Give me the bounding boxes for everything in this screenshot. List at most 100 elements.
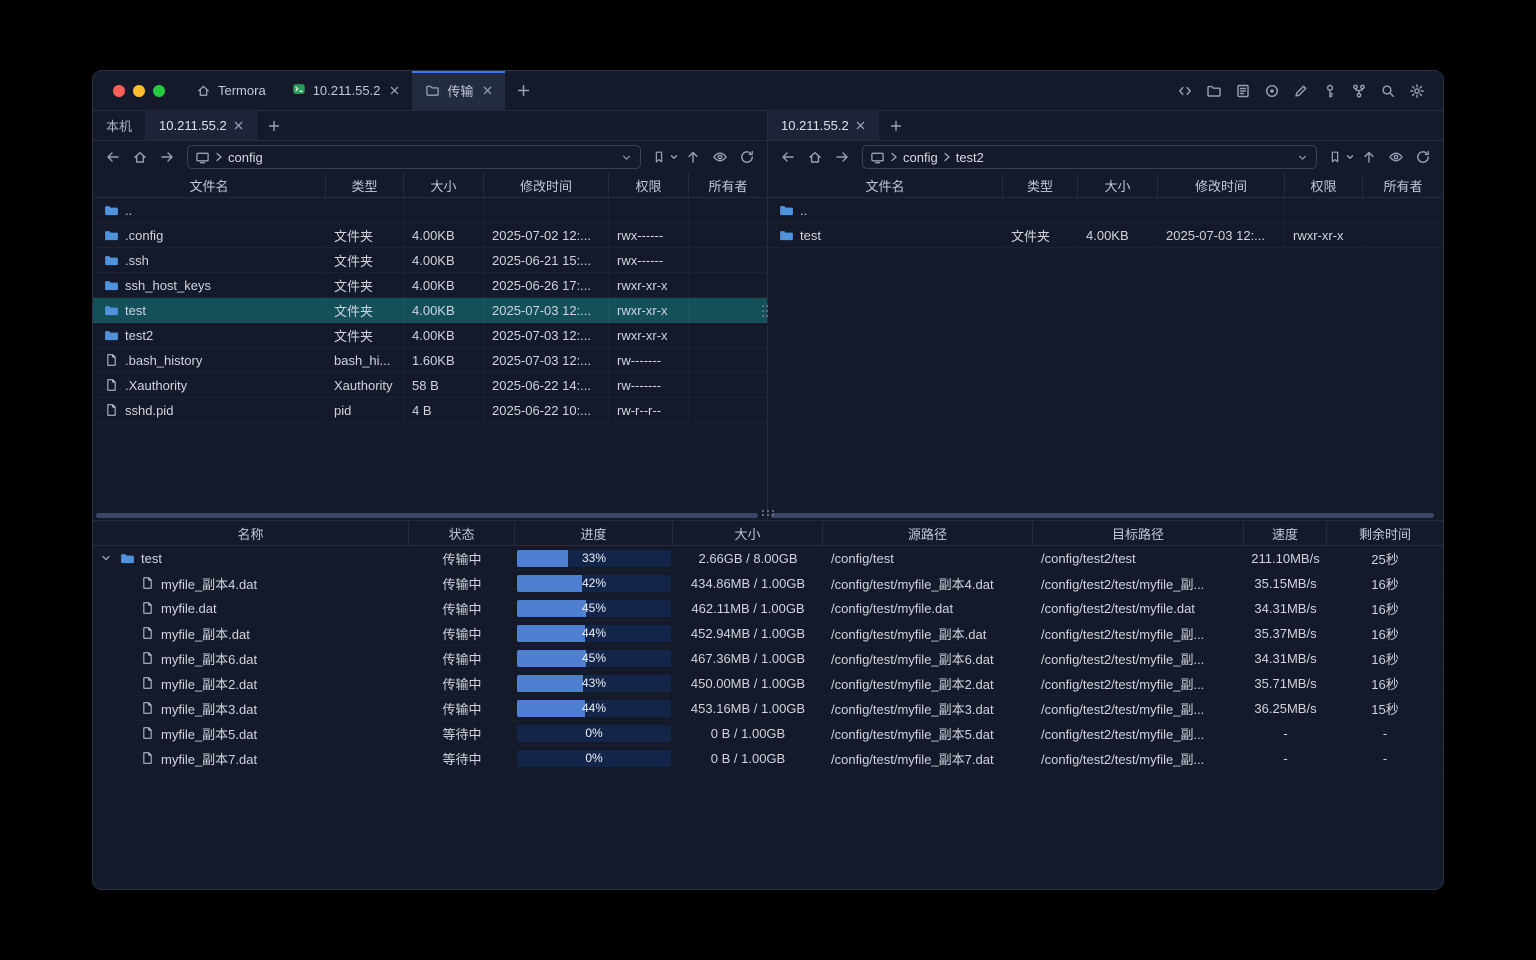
show-hidden-eye-icon[interactable] <box>708 145 732 169</box>
file-row[interactable]: .ssh 文件夹 4.00KB 2025-06-21 15:... rwx---… <box>93 248 767 273</box>
edit-icon[interactable] <box>1289 79 1313 103</box>
home-icon[interactable] <box>128 145 152 169</box>
file-row[interactable]: .. <box>93 198 767 223</box>
back-icon[interactable] <box>776 145 800 169</box>
column-header[interactable]: 权限 <box>1285 173 1363 197</box>
pane-tab-host[interactable]: 10.211.55.2 <box>768 111 879 140</box>
column-header[interactable]: 修改时间 <box>484 173 609 197</box>
show-hidden-eye-icon[interactable] <box>1384 145 1408 169</box>
record-icon[interactable] <box>1260 79 1284 103</box>
tab-host-10-211-55-2[interactable]: 10.211.55.2 <box>279 71 413 110</box>
pane-tab-host[interactable]: 10.211.55.2 <box>146 111 257 140</box>
column-header[interactable]: 修改时间 <box>1158 173 1285 197</box>
transfer-row[interactable]: myfile_副本6.dat 传输中 45% 467.36MB / 1.00GB… <box>93 646 1443 671</box>
close-icon[interactable] <box>856 121 865 130</box>
file-row[interactable]: test 文件夹 4.00KB 2025-07-03 12:... rwxr-x… <box>768 223 1443 248</box>
left-breadcrumb[interactable]: config <box>187 145 641 169</box>
up-directory-icon[interactable] <box>681 145 705 169</box>
file-owner <box>689 348 767 372</box>
pane-splitter-handle[interactable] <box>761 303 769 322</box>
settings-icon[interactable] <box>1405 79 1429 103</box>
column-header[interactable]: 文件名 <box>768 173 1003 197</box>
transfer-row[interactable]: myfile_副本5.dat 等待中 0% 0 B / 1.00GB /conf… <box>93 721 1443 746</box>
column-header[interactable]: 状态 <box>409 521 515 545</box>
file-row[interactable]: test 文件夹 4.00KB 2025-07-03 12:... rwxr-x… <box>93 298 767 323</box>
new-tab-button[interactable] <box>505 71 542 110</box>
bookmark-icon[interactable] <box>649 145 669 169</box>
column-header[interactable]: 文件名 <box>93 173 326 197</box>
transfer-row[interactable]: myfile_副本3.dat 传输中 44% 453.16MB / 1.00GB… <box>93 696 1443 721</box>
horizontal-scrollbar[interactable] <box>771 513 1434 518</box>
transfer-row[interactable]: myfile_副本7.dat 等待中 0% 0 B / 1.00GB /conf… <box>93 746 1443 771</box>
column-header[interactable]: 名称 <box>93 521 409 545</box>
home-icon[interactable] <box>803 145 827 169</box>
file-row[interactable]: .config 文件夹 4.00KB 2025-07-02 12:... rwx… <box>93 223 767 248</box>
column-header[interactable]: 源路径 <box>823 521 1033 545</box>
minimize-window-button[interactable] <box>133 85 145 97</box>
right-breadcrumb[interactable]: config test2 <box>862 145 1317 169</box>
expand-chevron-icon[interactable] <box>99 553 113 563</box>
transfer-status: 等待中 <box>409 721 515 745</box>
transfer-row[interactable]: myfile_副本2.dat 传输中 43% 450.00MB / 1.00GB… <box>93 671 1443 696</box>
column-header[interactable]: 目标路径 <box>1033 521 1244 545</box>
column-header[interactable]: 大小 <box>404 173 484 197</box>
tab-termora[interactable]: Termora <box>183 71 279 110</box>
breadcrumb-item[interactable]: config <box>903 150 938 165</box>
pane-tab-local[interactable]: 本机 <box>93 111 146 140</box>
column-header[interactable]: 类型 <box>1003 173 1078 197</box>
key-icon[interactable] <box>1318 79 1342 103</box>
chevron-down-icon[interactable] <box>620 151 633 164</box>
transfer-splitter-handle[interactable] <box>760 505 776 520</box>
file-row[interactable]: .. <box>768 198 1443 223</box>
branch-icon[interactable] <box>1347 79 1371 103</box>
column-header[interactable]: 所有者 <box>1363 173 1443 197</box>
tab-transfer[interactable]: 传输 <box>412 71 505 110</box>
forward-icon[interactable] <box>155 145 179 169</box>
bookmark-dropdown-icon[interactable] <box>670 153 678 161</box>
column-header[interactable]: 进度 <box>515 521 673 545</box>
breadcrumb-item[interactable]: config <box>228 150 263 165</box>
transfer-row[interactable]: test 传输中 33% 2.66GB / 8.00GB /config/tes… <box>93 546 1443 571</box>
close-icon[interactable] <box>234 121 243 130</box>
file-row[interactable]: .Xauthority Xauthority 58 B 2025-06-22 1… <box>93 373 767 398</box>
refresh-icon[interactable] <box>1411 145 1435 169</box>
new-pane-tab-button[interactable] <box>257 111 291 140</box>
back-icon[interactable] <box>101 145 125 169</box>
column-header[interactable]: 类型 <box>326 173 404 197</box>
transfer-size: 450.00MB / 1.00GB <box>673 671 823 695</box>
close-window-button[interactable] <box>113 85 125 97</box>
file-row[interactable]: test2 文件夹 4.00KB 2025-07-03 12:... rwxr-… <box>93 323 767 348</box>
forward-icon[interactable] <box>830 145 854 169</box>
transfer-status: 传输中 <box>409 696 515 720</box>
column-header[interactable]: 剩余时间 <box>1327 521 1443 545</box>
file-row[interactable]: sshd.pid pid 4 B 2025-06-22 10:... rw-r-… <box>93 398 767 423</box>
column-header[interactable]: 大小 <box>673 521 823 545</box>
file-row[interactable]: ssh_host_keys 文件夹 4.00KB 2025-06-26 17:.… <box>93 273 767 298</box>
folder-icon[interactable] <box>1202 79 1226 103</box>
column-header[interactable]: 权限 <box>609 173 689 197</box>
column-header[interactable]: 所有者 <box>689 173 767 197</box>
new-pane-tab-button[interactable] <box>879 111 913 140</box>
transfer-row[interactable]: myfile.dat 传输中 45% 462.11MB / 1.00GB /co… <box>93 596 1443 621</box>
column-header[interactable]: 大小 <box>1078 173 1158 197</box>
file-row[interactable]: .bash_history bash_hi... 1.60KB 2025-07-… <box>93 348 767 373</box>
search-icon[interactable] <box>1376 79 1400 103</box>
log-icon[interactable] <box>1231 79 1255 103</box>
transfer-row[interactable]: myfile_副本4.dat 传输中 42% 434.86MB / 1.00GB… <box>93 571 1443 596</box>
breadcrumb-item[interactable]: test2 <box>956 150 984 165</box>
bookmark-dropdown-icon[interactable] <box>1346 153 1354 161</box>
up-directory-icon[interactable] <box>1357 145 1381 169</box>
bookmark-icon[interactable] <box>1325 145 1345 169</box>
transfer-progress: 44% <box>515 621 673 645</box>
column-header[interactable]: 速度 <box>1244 521 1327 545</box>
maximize-window-button[interactable] <box>153 85 165 97</box>
transfer-status: 传输中 <box>409 546 515 570</box>
close-icon[interactable] <box>483 86 492 95</box>
file-type-icon <box>139 601 155 615</box>
chevron-down-icon[interactable] <box>1296 151 1309 164</box>
horizontal-scrollbar[interactable] <box>96 513 758 518</box>
close-icon[interactable] <box>390 86 399 95</box>
transfer-row[interactable]: myfile_副本.dat 传输中 44% 452.94MB / 1.00GB … <box>93 621 1443 646</box>
refresh-icon[interactable] <box>735 145 759 169</box>
code-icon[interactable] <box>1173 79 1197 103</box>
